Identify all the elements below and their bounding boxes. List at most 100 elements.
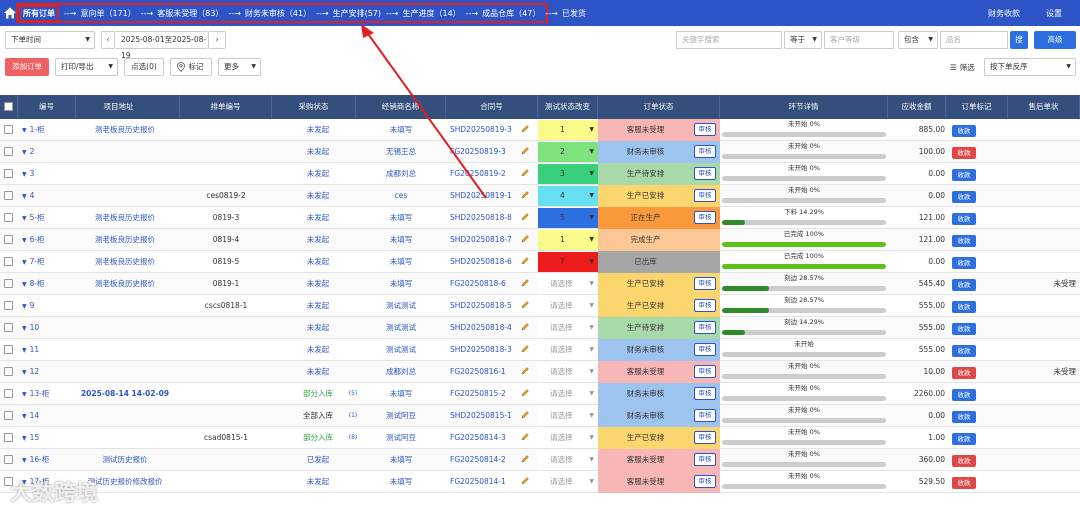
sort-select[interactable]: 按下单反序 ▼ [984,58,1076,76]
row-checkbox[interactable] [4,455,13,464]
audit-button[interactable]: 审核 [694,123,716,136]
dealer-name[interactable]: 测试阿豆 [356,427,446,449]
audit-button[interactable]: 审核 [694,145,716,158]
dealer-name[interactable]: 成都刘总 [356,361,446,383]
purchase-status[interactable]: 未发起 [272,141,364,163]
test-status-select[interactable]: 1 ▼ [538,120,598,140]
dealer-name[interactable]: 测试测试 [356,295,446,317]
test-status-select[interactable]: 请选择 ▼ [538,318,598,338]
expand-caret-icon[interactable]: ▼ [22,215,27,222]
purchase-status[interactable]: 未发起 [272,119,364,141]
project-address[interactable] [58,361,192,383]
dealer-name[interactable]: 成都刘总 [356,163,446,185]
purchase-status[interactable]: 未发起 [272,361,364,383]
contract-number[interactable]: SHD20250815-1 [446,405,520,427]
column-header[interactable]: 采购状态 [272,95,356,119]
test-status-select[interactable]: 请选择 ▼ [538,362,598,382]
dealer-name[interactable]: 未填写 [356,119,446,141]
filter-button[interactable]: ☰ 筛选 [950,62,975,73]
contract-number[interactable]: SHD20250819-1 [446,185,520,207]
row-checkbox[interactable] [4,345,13,354]
dealer-name[interactable]: 测试测试 [356,317,446,339]
column-header[interactable]: 订单状态 [598,95,720,119]
home-icon[interactable] [3,6,17,20]
edit-pencil-icon[interactable] [520,366,530,376]
audit-button[interactable]: 审核 [694,321,716,334]
project-address[interactable] [58,405,192,427]
edit-pencil-icon[interactable] [520,278,530,288]
row-checkbox[interactable] [4,257,13,266]
contract-number[interactable]: FG20250814-2 [446,449,520,471]
collect-payment-button[interactable]: 收款 [952,455,976,467]
print-export-select[interactable]: 打印/导出 ▼ [55,58,118,76]
dealer-name[interactable]: 未填写 [356,449,446,471]
collect-payment-button[interactable]: 收款 [952,411,976,423]
contract-number[interactable]: FG20250819-3 [446,141,520,163]
dealer-name[interactable]: 未填写 [356,229,446,251]
customer-level-input[interactable]: 客户等级 [824,31,894,49]
contract-number[interactable]: SHD20250819-3 [446,119,520,141]
audit-button[interactable]: 审核 [694,475,716,488]
collect-payment-button[interactable]: 收款 [952,323,976,335]
column-header[interactable]: 项目地址 [58,95,180,119]
test-status-select[interactable]: 请选择 ▼ [538,274,598,294]
advanced-search-button[interactable]: 高级 [1034,31,1076,49]
dot-select-button[interactable]: 点选(0) [124,58,164,76]
project-address[interactable]: 测老板良历史报价 [58,119,192,141]
audit-button[interactable]: 审核 [694,211,716,224]
column-header[interactable]: 环节详情 [720,95,888,119]
row-checkbox[interactable] [4,323,13,332]
project-address[interactable] [58,317,192,339]
expand-caret-icon[interactable]: ▼ [22,127,27,134]
collect-payment-button[interactable]: 收款 [952,257,976,269]
test-status-select[interactable]: 2 ▼ [538,142,598,162]
more-select[interactable]: 更多 ▼ [218,58,261,76]
edit-pencil-icon[interactable] [520,300,530,310]
audit-button[interactable]: 审核 [694,343,716,356]
collect-payment-button[interactable]: 收款 [952,169,976,181]
contract-number[interactable]: SHD20250818-4 [446,317,520,339]
project-address[interactable] [58,163,192,185]
edit-pencil-icon[interactable] [520,454,530,464]
purchase-status[interactable]: 未发起 [272,229,364,251]
project-address[interactable] [58,427,192,449]
test-status-select[interactable]: 请选择 ▼ [538,450,598,470]
project-address[interactable]: 测老板良历史报价 [58,229,192,251]
audit-button[interactable]: 审核 [694,365,716,378]
select-all-checkbox[interactable] [4,102,13,111]
collect-payment-button[interactable]: 收款 [952,235,976,247]
purchase-status[interactable]: 未发起 [272,273,364,295]
expand-caret-icon[interactable]: ▼ [22,391,27,398]
project-address[interactable] [58,185,192,207]
row-checkbox[interactable] [4,169,13,178]
test-status-select[interactable]: 5 ▼ [538,208,598,228]
dealer-name[interactable]: ces [356,185,446,207]
row-checkbox[interactable] [4,191,13,200]
column-header[interactable]: 售后单状 [1008,95,1080,119]
column-header[interactable]: 合同号 [446,95,538,119]
mark-button[interactable]: 标记 [170,58,212,76]
edit-pencil-icon[interactable] [520,168,530,178]
collect-payment-button[interactable]: 收款 [952,301,976,313]
status-step-7[interactable]: 已发货 [562,8,586,19]
keyword-search-input[interactable]: 关键字搜索 [676,31,782,49]
test-status-select[interactable]: 1 ▼ [538,230,598,250]
expand-caret-icon[interactable]: ▼ [22,435,27,442]
expand-caret-icon[interactable]: ▼ [22,281,27,288]
collect-payment-button[interactable]: 收款 [952,367,976,379]
next-date-button[interactable]: › [208,31,226,49]
row-checkbox[interactable] [4,235,13,244]
compare-select[interactable]: 等于 ▼ [784,31,822,49]
purchase-status[interactable]: 未发起 [272,471,364,493]
expand-caret-icon[interactable]: ▼ [22,171,27,178]
test-status-select[interactable]: 请选择 ▼ [538,384,598,404]
contract-number[interactable]: SHD20250818-6 [446,251,520,273]
row-checkbox[interactable] [4,279,13,288]
project-address[interactable]: 测老板良历史报价 [58,251,192,273]
expand-caret-icon[interactable]: ▼ [22,237,27,244]
test-status-select[interactable]: 请选择 ▼ [538,296,598,316]
test-status-select[interactable]: 请选择 ▼ [538,406,598,426]
dealer-name[interactable]: 测试测试 [356,339,446,361]
collect-payment-button[interactable]: 收款 [952,433,976,445]
column-header[interactable]: 排单编号 [180,95,272,119]
